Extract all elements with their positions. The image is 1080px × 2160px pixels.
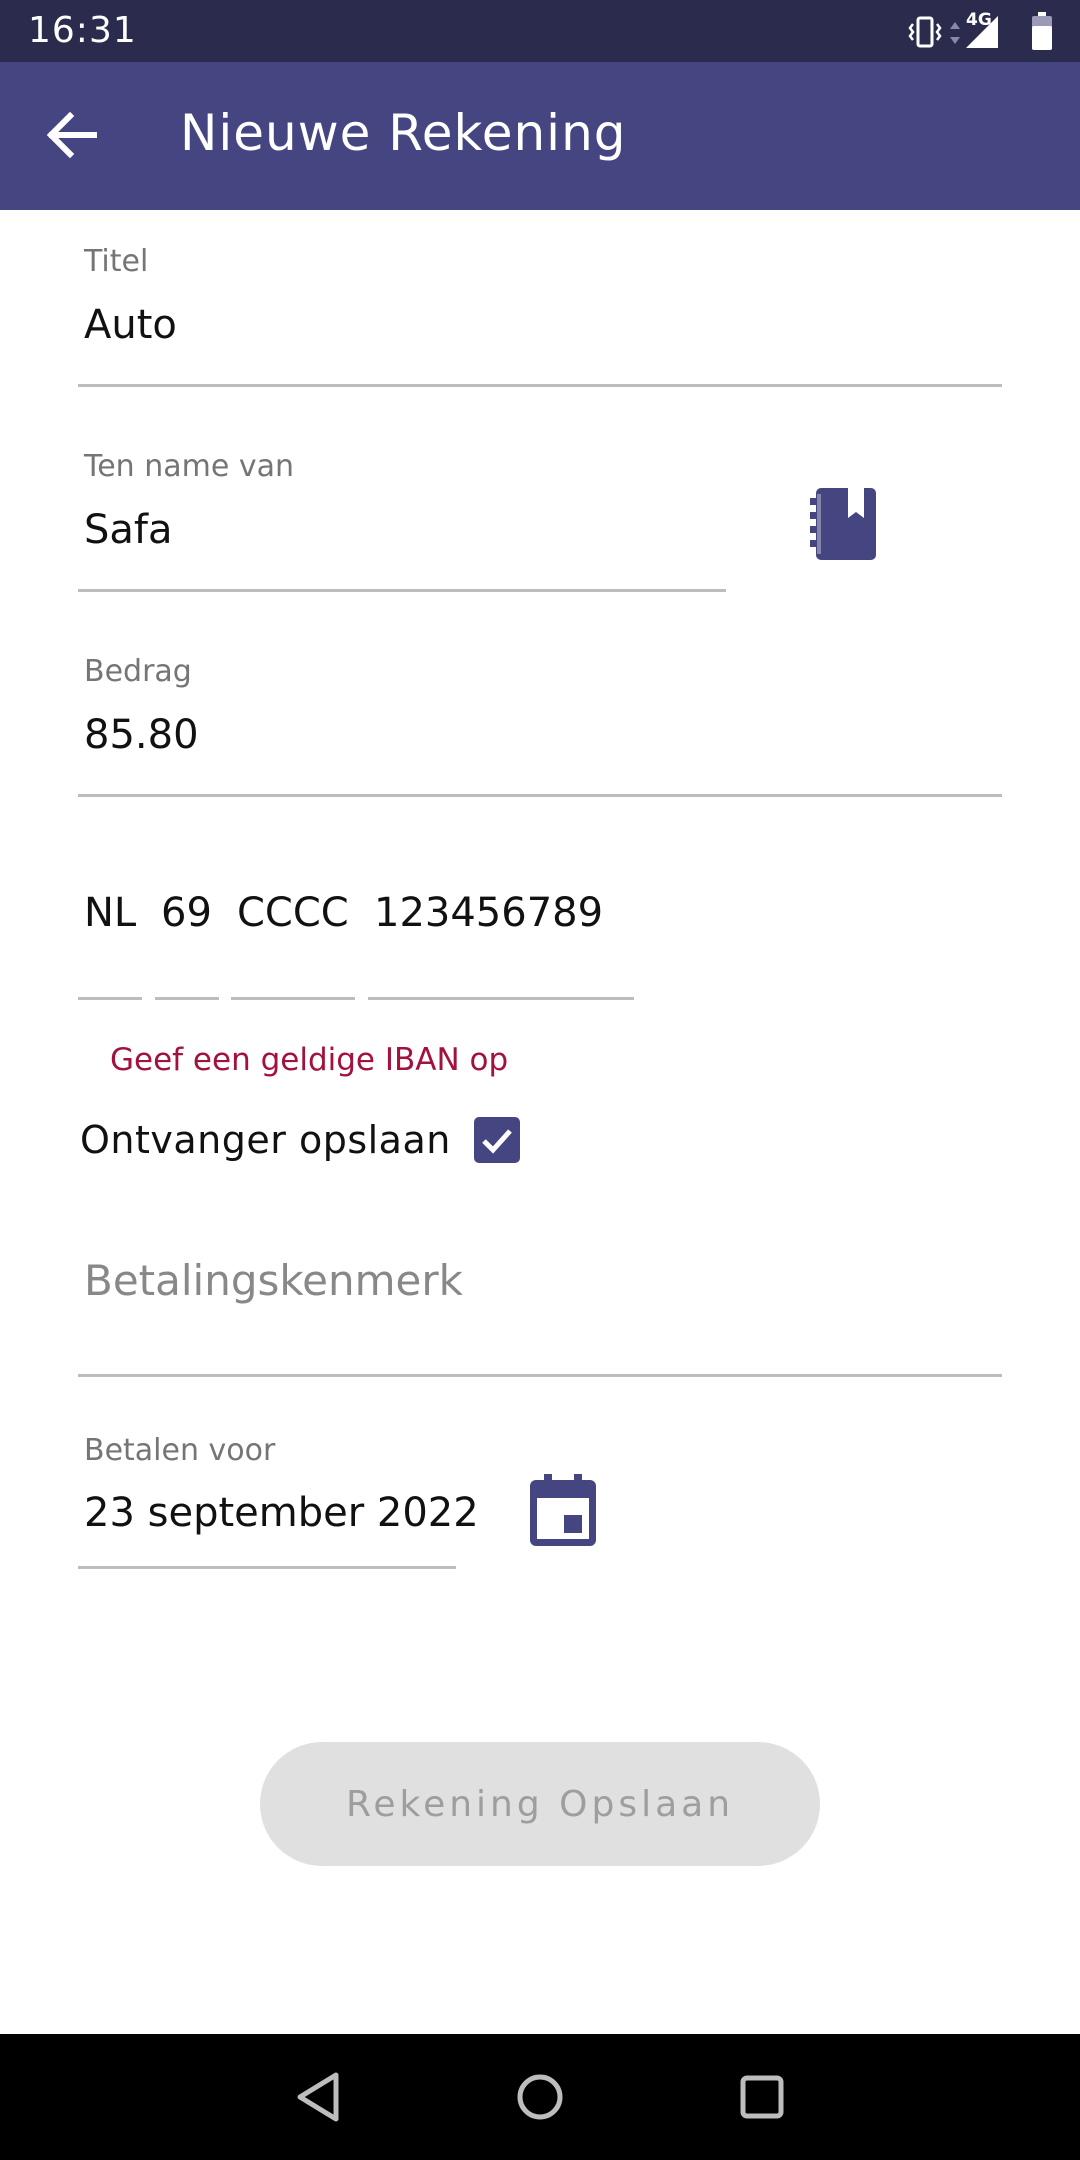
signal-icon [964, 14, 1000, 54]
nav-home-button[interactable] [510, 2067, 570, 2127]
status-bar: 16:31 4G [0, 0, 1080, 62]
home-circle-icon [517, 2074, 563, 2120]
save-button[interactable]: Rekening Opslaan [260, 1742, 820, 1866]
bedrag-underline [78, 794, 1002, 797]
iban-account-input[interactable]: 123456789 [374, 890, 603, 936]
nav-recents-button[interactable] [732, 2067, 792, 2127]
betalen-voor-label: Betalen voor [84, 1433, 276, 1468]
iban-check-input[interactable]: 69 [161, 890, 212, 936]
checkmark-icon [482, 1129, 512, 1154]
battery-icon [1030, 12, 1054, 56]
nav-back-button[interactable] [290, 2067, 350, 2127]
ten-name-van-label: Ten name van [84, 449, 294, 484]
ten-name-van-value[interactable]: Safa [84, 507, 173, 553]
iban-error-text: Geef een geldige IBAN op [110, 1042, 509, 1078]
contacts-book-icon[interactable] [808, 486, 880, 562]
ontvanger-opslaan-checkbox[interactable] [474, 1117, 520, 1163]
betalen-voor-value[interactable]: 23 september 2022 [84, 1490, 479, 1536]
page-title: Nieuwe Rekening [180, 104, 627, 162]
ontvanger-opslaan-label: Ontvanger opslaan [80, 1118, 451, 1162]
betalen-voor-underline [78, 1566, 456, 1569]
iban-country-input[interactable]: NL [84, 890, 136, 936]
calendar-icon[interactable] [526, 1472, 600, 1550]
bedrag-value[interactable]: 85.80 [84, 712, 199, 758]
betalingskenmerk-underline [78, 1374, 1002, 1377]
arrow-left-icon [46, 111, 97, 159]
back-triangle-icon [297, 2072, 339, 2122]
iban-account-underline [368, 997, 634, 1000]
app-bar: Nieuwe Rekening [0, 62, 1080, 210]
screen: 16:31 4G Nieuwe Rekening Titel Auto Ten … [0, 0, 1080, 2160]
titel-underline [78, 384, 1002, 387]
titel-label: Titel [84, 244, 149, 279]
back-button[interactable] [40, 102, 106, 168]
vibrate-icon [908, 12, 942, 56]
titel-value[interactable]: Auto [84, 302, 177, 348]
iban-check-underline [155, 997, 219, 1000]
status-time: 16:31 [28, 10, 137, 51]
betalingskenmerk-placeholder[interactable]: Betalingskenmerk [84, 1256, 463, 1305]
navigation-bar [0, 2034, 1080, 2160]
status-icons: 4G [908, 10, 1058, 54]
recents-square-icon [740, 2075, 784, 2119]
iban-country-underline [78, 997, 142, 1000]
ten-name-van-underline [78, 589, 726, 592]
network-arrows-icon [948, 20, 962, 50]
iban-bank-underline [231, 997, 355, 1000]
bedrag-label: Bedrag [84, 654, 192, 689]
iban-bank-input[interactable]: CCCC [237, 890, 349, 936]
